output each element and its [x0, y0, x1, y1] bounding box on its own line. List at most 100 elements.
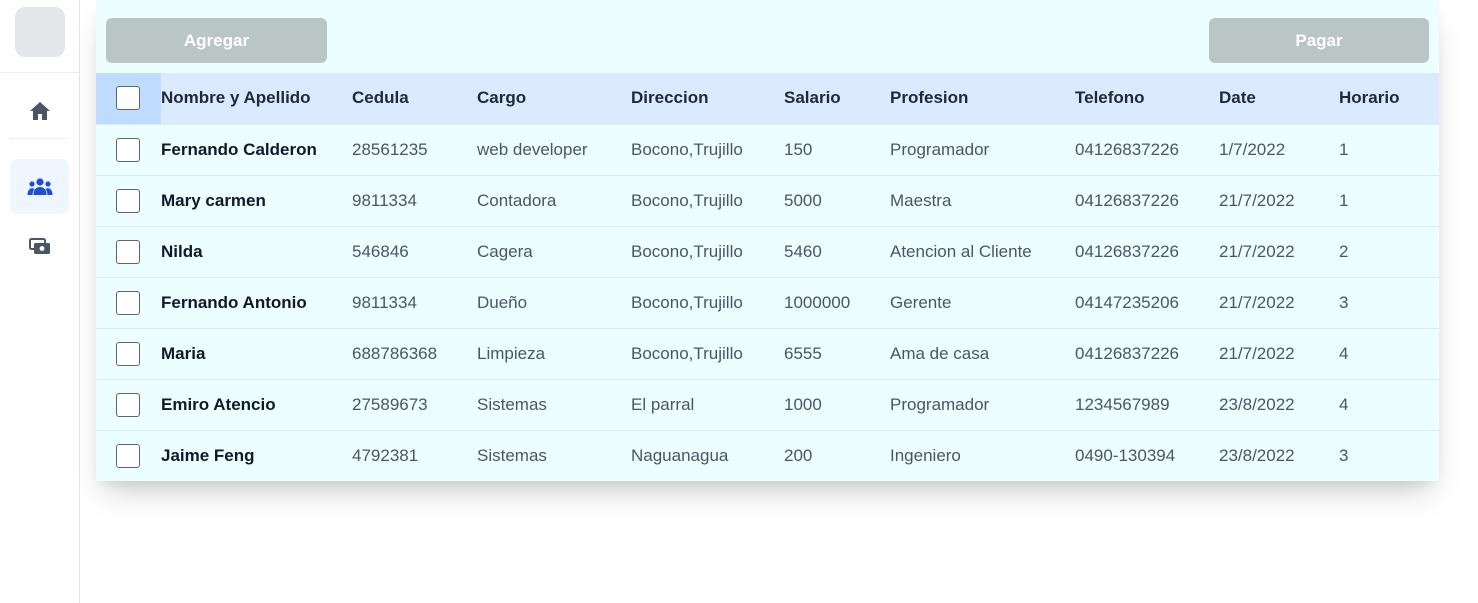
table-row[interactable]: Maria 688786368 Limpieza Bocono,Trujillo 655…: [96, 328, 1439, 379]
row-checkbox[interactable]: [116, 188, 140, 213]
table-cell: 04147235206: [1075, 292, 1180, 312]
money-icon: [28, 237, 51, 256]
add-button[interactable]: Agregar: [106, 18, 327, 63]
table-cell: 23/8/2022: [1219, 394, 1295, 414]
column-header[interactable]: Direccion: [631, 73, 784, 124]
table-cell: Ingeniero: [890, 445, 961, 465]
row-select-cell: [96, 124, 161, 175]
table-row[interactable]: Jaime Feng 4792381 Sistemas Naguanagua 200 In…: [96, 430, 1439, 481]
table-cell: Gerente: [890, 292, 952, 312]
table-cell: 28561235: [352, 139, 428, 159]
select-all-checkbox[interactable]: [116, 86, 140, 111]
table-cell: Bocono,Trujillo: [631, 292, 743, 312]
table-cell: El parral: [631, 394, 695, 414]
table-header-row: Nombre y Apellido Cedula Cargo Direccion…: [96, 73, 1439, 124]
table-cell: 688786368: [352, 343, 438, 363]
row-select-cell: [96, 175, 161, 226]
table-cell: web developer: [477, 139, 588, 159]
row-checkbox[interactable]: [116, 137, 140, 162]
select-all-cell: [96, 73, 161, 124]
employees-card: Agregar Pagar Nombre y Apellido Cedula C…: [96, 0, 1439, 481]
table-cell: 04126837226: [1075, 343, 1180, 363]
column-header[interactable]: Date: [1219, 73, 1339, 124]
row-checkbox[interactable]: [116, 341, 140, 366]
table-row[interactable]: Fernando Calderon 28561235 web developer Bo…: [96, 124, 1439, 175]
table-cell: 6555: [784, 343, 822, 363]
table-cell: 1000: [784, 394, 822, 414]
table-cell: Ama de casa: [890, 343, 990, 363]
table-cell: Contadora: [477, 190, 557, 210]
employee-name-cell: Emiro Atencio: [161, 394, 276, 414]
row-select-cell: [96, 430, 161, 481]
table-cell: 4: [1339, 394, 1349, 414]
table-cell: 3: [1339, 445, 1349, 465]
table-cell: 21/7/2022: [1219, 241, 1295, 261]
table-cell: 9811334: [352, 292, 417, 312]
row-checkbox[interactable]: [116, 392, 140, 417]
home-icon: [29, 101, 51, 121]
table-cell: Bocono,Trujillo: [631, 190, 743, 210]
row-select-cell: [96, 226, 161, 277]
table-cell: Bocono,Trujillo: [631, 241, 743, 261]
table-row[interactable]: Emiro Atencio 27589673 Sistemas El parral 10…: [96, 379, 1439, 430]
table-cell: 1: [1339, 190, 1349, 210]
column-header[interactable]: Telefono: [1075, 73, 1219, 124]
table-row[interactable]: Nilda 546846 Cagera Bocono,Trujillo 5460 Aten…: [96, 226, 1439, 277]
table-cell: 1/7/2022: [1219, 139, 1286, 159]
sidebar-item-home[interactable]: [10, 83, 69, 138]
sidebar-item-payments[interactable]: [10, 219, 69, 274]
table-cell: 23/8/2022: [1219, 445, 1295, 465]
table-cell: Limpieza: [477, 343, 546, 363]
table-cell: Programador: [890, 139, 990, 159]
sidebar-divider: [0, 72, 79, 73]
column-header[interactable]: Horario: [1339, 73, 1439, 124]
row-checkbox[interactable]: [116, 290, 140, 315]
row-checkbox[interactable]: [116, 443, 140, 468]
sidebar-item-users[interactable]: [10, 159, 69, 214]
employee-name-cell: Fernando Antonio: [161, 292, 307, 312]
table-cell: Sistemas: [477, 394, 547, 414]
table-row[interactable]: Fernando Antonio 9811334 Dueño Bocono,Truji…: [96, 277, 1439, 328]
table-cell: 3: [1339, 292, 1349, 312]
table-cell: 21/7/2022: [1219, 343, 1295, 363]
employee-name-cell: Jaime Feng: [161, 445, 255, 465]
table-cell: Dueño: [477, 292, 528, 312]
table-cell: 21/7/2022: [1219, 292, 1295, 312]
employee-name-cell: Maria: [161, 343, 206, 363]
column-header[interactable]: Cargo: [477, 73, 631, 124]
table-cell: 1000000: [784, 292, 851, 312]
table-cell: Maestra: [890, 190, 952, 210]
sidebar-divider: [10, 138, 69, 139]
table-cell: 0490-130394: [1075, 445, 1176, 465]
row-checkbox[interactable]: [116, 239, 140, 264]
employee-name-cell: Mary carmen: [161, 190, 266, 210]
table-cell: Sistemas: [477, 445, 547, 465]
table-cell: Bocono,Trujillo: [631, 343, 743, 363]
table-cell: 21/7/2022: [1219, 190, 1295, 210]
column-header[interactable]: Cedula: [352, 73, 477, 124]
users-icon: [27, 177, 53, 197]
employee-name-cell: Fernando Calderon: [161, 139, 317, 159]
table-cell: 4: [1339, 343, 1349, 363]
employees-table: Nombre y Apellido Cedula Cargo Direccion…: [96, 73, 1439, 481]
table-cell: 9811334: [352, 190, 417, 210]
table-cell: 200: [784, 445, 813, 465]
column-header[interactable]: Nombre y Apellido: [161, 73, 352, 124]
table-cell: 04126837226: [1075, 139, 1180, 159]
row-select-cell: [96, 277, 161, 328]
table-cell: Bocono,Trujillo: [631, 139, 743, 159]
table-row[interactable]: Mary carmen 9811334 Contadora Bocono,Trujil…: [96, 175, 1439, 226]
table-cell: Cagera: [477, 241, 533, 261]
table-cell: 1234567989: [1075, 394, 1170, 414]
table-cell: 4792381: [352, 445, 419, 465]
column-header[interactable]: Profesion: [890, 73, 1075, 124]
table-cell: 04126837226: [1075, 190, 1180, 210]
table-cell: 2: [1339, 241, 1349, 261]
table-cell: 5000: [784, 190, 822, 210]
sidebar: [0, 0, 80, 603]
column-header[interactable]: Salario: [784, 73, 890, 124]
table-cell: 27589673: [352, 394, 428, 414]
table-cell: 04126837226: [1075, 241, 1180, 261]
pay-button[interactable]: Pagar: [1209, 18, 1429, 63]
table-cell: Atencion al Cliente: [890, 241, 1032, 261]
